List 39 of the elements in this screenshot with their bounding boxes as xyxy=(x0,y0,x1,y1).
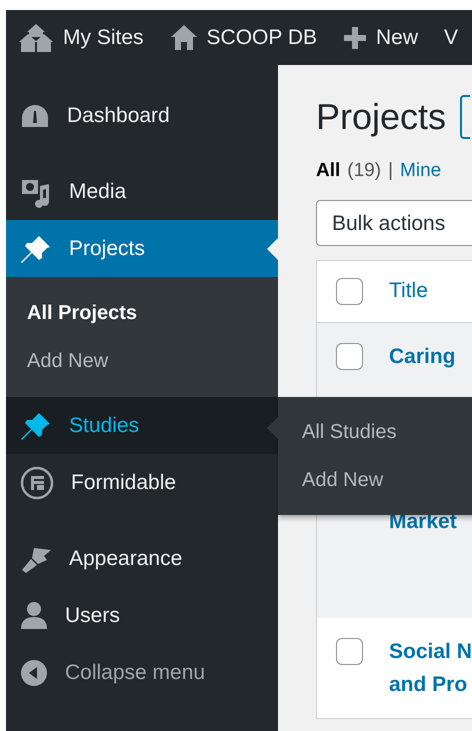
checkbox[interactable] xyxy=(336,278,363,304)
pushpin-icon xyxy=(20,234,52,264)
menu-item[interactable]: Appearance xyxy=(6,530,278,587)
post-title-link[interactable]: Social N xyxy=(389,634,472,668)
submenu-item[interactable]: Add New xyxy=(6,337,108,385)
formidable-icon xyxy=(20,466,54,500)
page-title: Projects xyxy=(316,95,446,139)
toolbar-link[interactable]: SCOOP DB xyxy=(206,22,317,54)
filter-count: (19) xyxy=(347,159,382,183)
collapse-menu-button[interactable]: Collapse menu xyxy=(65,656,206,688)
pushpin-icon xyxy=(20,410,52,440)
submenu-item[interactable]: All Projects xyxy=(6,289,138,337)
menu-item[interactable]: Studies xyxy=(6,397,278,454)
flyout-item[interactable]: All Studies xyxy=(278,408,396,456)
toolbar-link[interactable]: V xyxy=(444,22,458,54)
post-title-link[interactable]: Caring xyxy=(389,340,456,372)
bulk-actions-select[interactable]: Bulk actions xyxy=(316,200,472,246)
toolbar-link[interactable]: New xyxy=(376,22,418,54)
menu-item[interactable]: Media xyxy=(6,163,278,220)
filter-link[interactable]: All xyxy=(316,157,340,186)
flyout-item[interactable]: Add New xyxy=(278,456,384,504)
add-new-button[interactable] xyxy=(460,95,470,139)
houses-icon xyxy=(18,22,54,52)
menu-item[interactable]: Formidable xyxy=(6,454,278,511)
column-header-link[interactable]: Title xyxy=(389,275,428,307)
plus-icon xyxy=(343,26,367,50)
filter-link[interactable]: Mine xyxy=(400,157,442,186)
checkbox[interactable] xyxy=(336,342,363,370)
post-title-link[interactable]: and Pro xyxy=(389,668,468,700)
home-icon xyxy=(170,24,198,51)
left-arrow-circle-icon xyxy=(20,658,48,686)
toolbar-link[interactable]: My Sites xyxy=(63,22,144,54)
user-icon xyxy=(20,600,48,630)
menu-item[interactable]: Dashboard xyxy=(6,87,278,144)
gauge-icon xyxy=(20,102,50,128)
checkbox[interactable] xyxy=(336,638,363,664)
menu-item[interactable]: Projects xyxy=(6,220,278,277)
menu-item[interactable]: Users xyxy=(6,587,278,644)
filter-separator: | xyxy=(388,159,394,183)
